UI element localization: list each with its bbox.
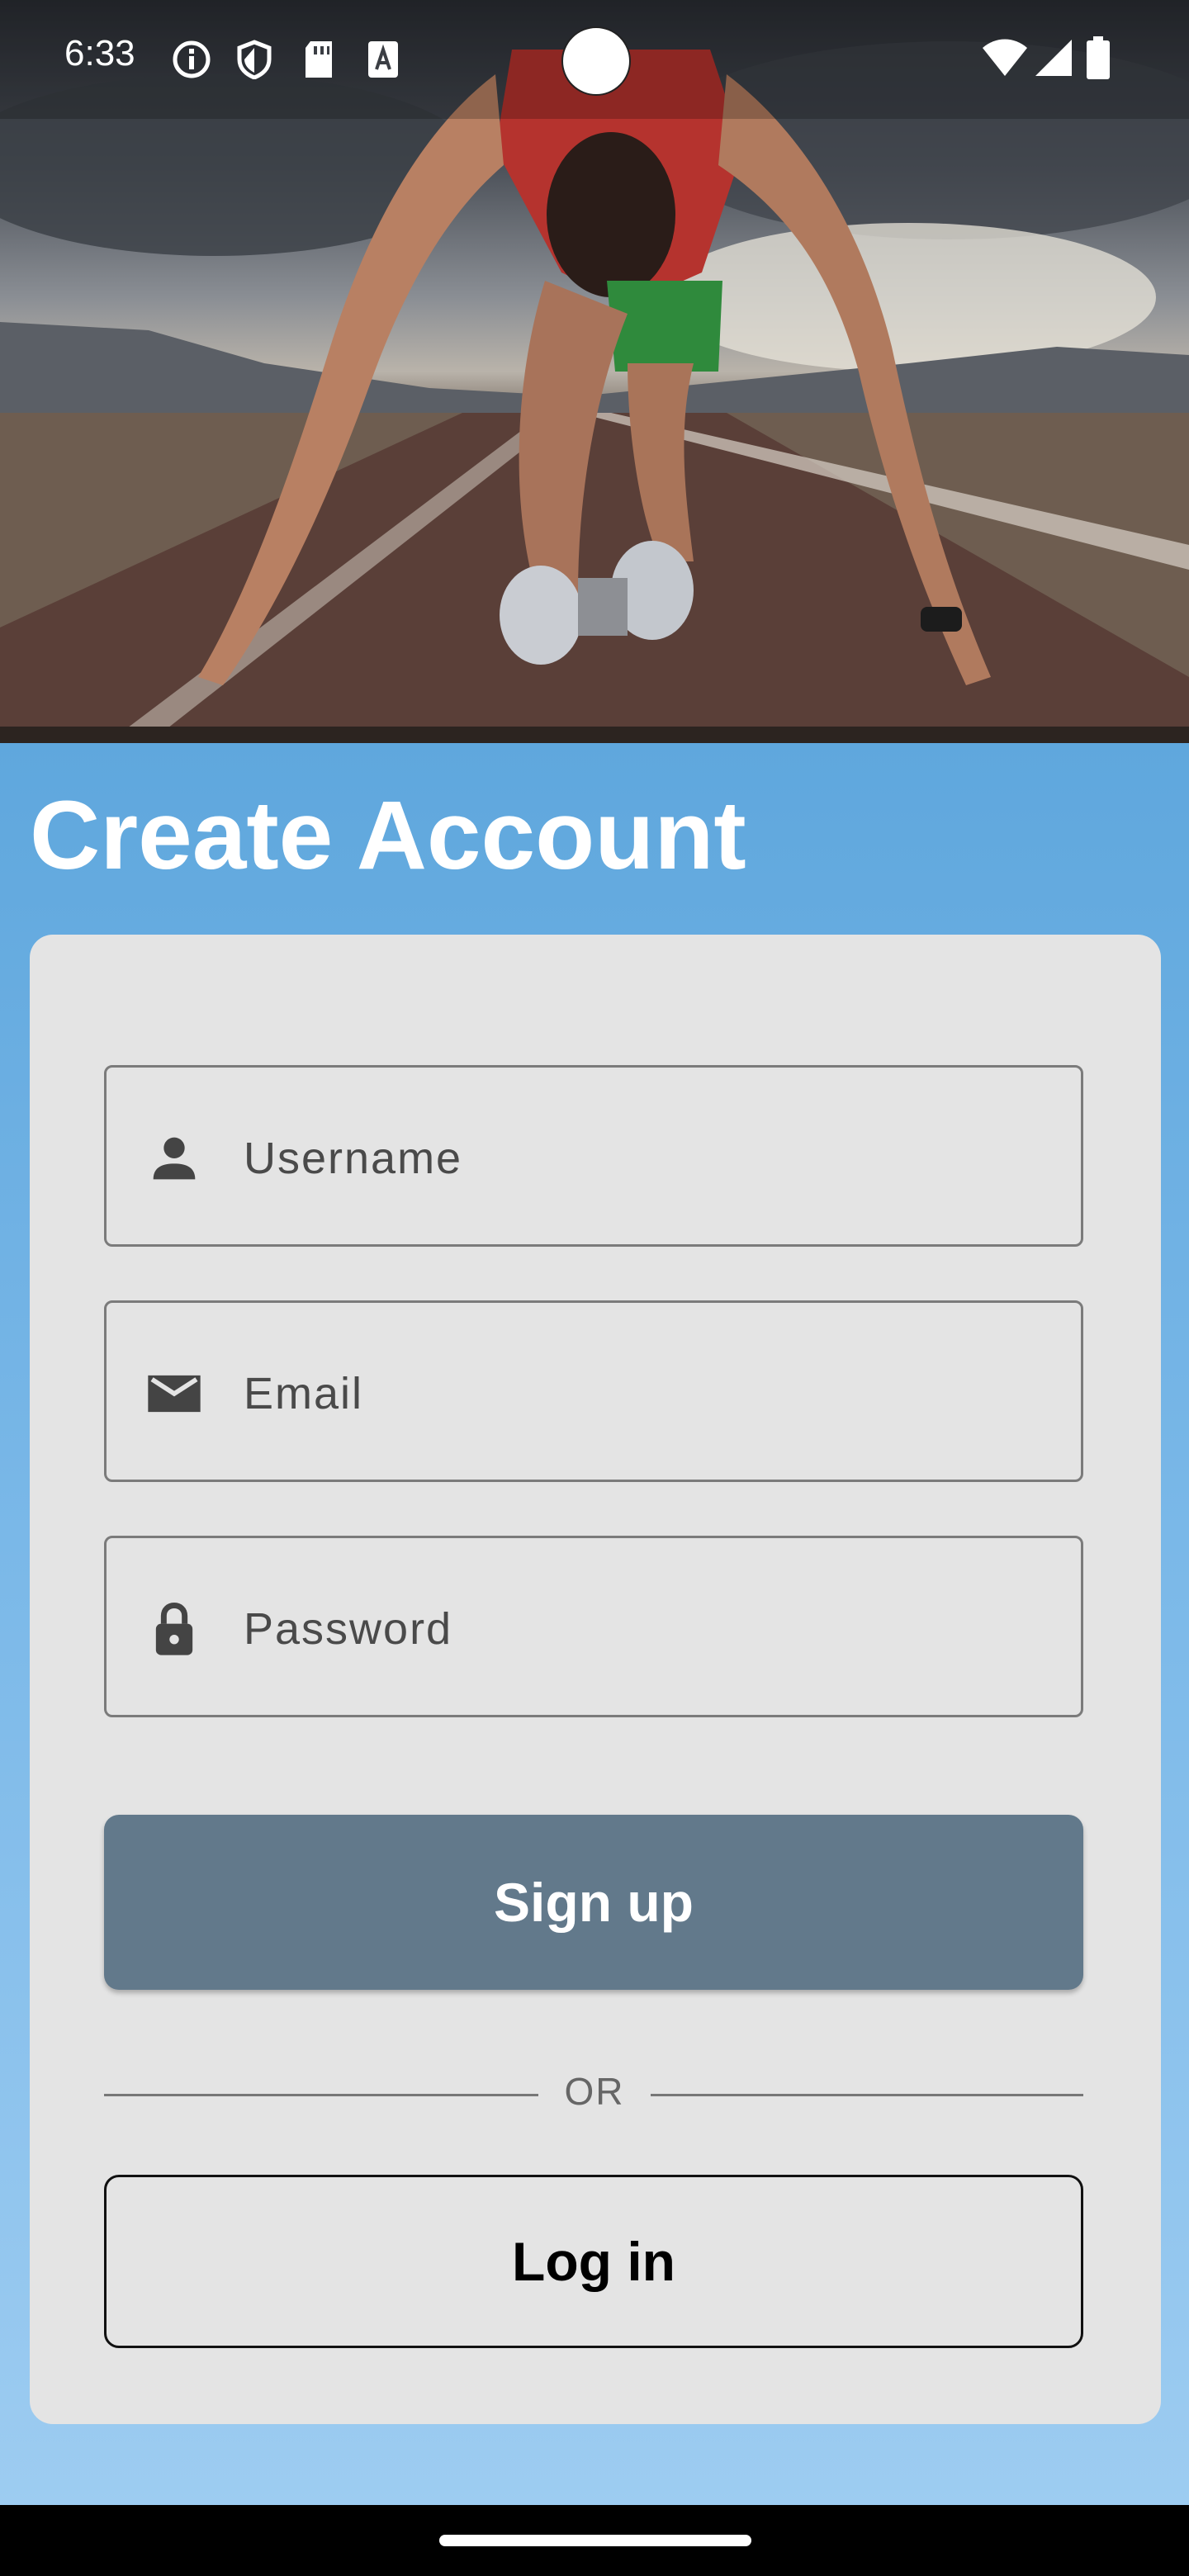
divider-line-right bbox=[651, 2094, 1083, 2096]
info-icon bbox=[173, 40, 211, 78]
email-field[interactable] bbox=[104, 1300, 1083, 1482]
username-field[interactable] bbox=[104, 1065, 1083, 1247]
camera-cutout bbox=[561, 26, 631, 96]
mail-icon bbox=[148, 1375, 201, 1413]
shield-icon bbox=[237, 40, 272, 79]
lock-icon bbox=[155, 1603, 193, 1655]
divider-line-left bbox=[104, 2094, 538, 2096]
wifi-icon bbox=[983, 39, 1027, 76]
username-input[interactable] bbox=[244, 1109, 1053, 1208]
page-title: Create Account bbox=[30, 781, 746, 890]
login-button[interactable]: Log in bbox=[104, 2175, 1083, 2348]
home-gesture-handle[interactable] bbox=[439, 2535, 751, 2546]
text-a-icon bbox=[368, 41, 398, 78]
password-input[interactable] bbox=[244, 1579, 1053, 1679]
divider-or-label: OR bbox=[564, 2070, 625, 2113]
status-time: 6:33 bbox=[64, 33, 135, 73]
person-icon bbox=[153, 1137, 196, 1180]
sd-card-icon bbox=[306, 41, 332, 78]
signup-screen: 6:33 Create Account Username Email Sign … bbox=[0, 0, 1189, 2576]
signal-icon bbox=[1035, 40, 1072, 76]
battery-icon bbox=[1087, 36, 1110, 79]
signup-button[interactable]: Sign up bbox=[104, 1815, 1083, 1990]
email-input[interactable] bbox=[244, 1344, 1053, 1443]
password-field[interactable] bbox=[104, 1536, 1083, 1717]
